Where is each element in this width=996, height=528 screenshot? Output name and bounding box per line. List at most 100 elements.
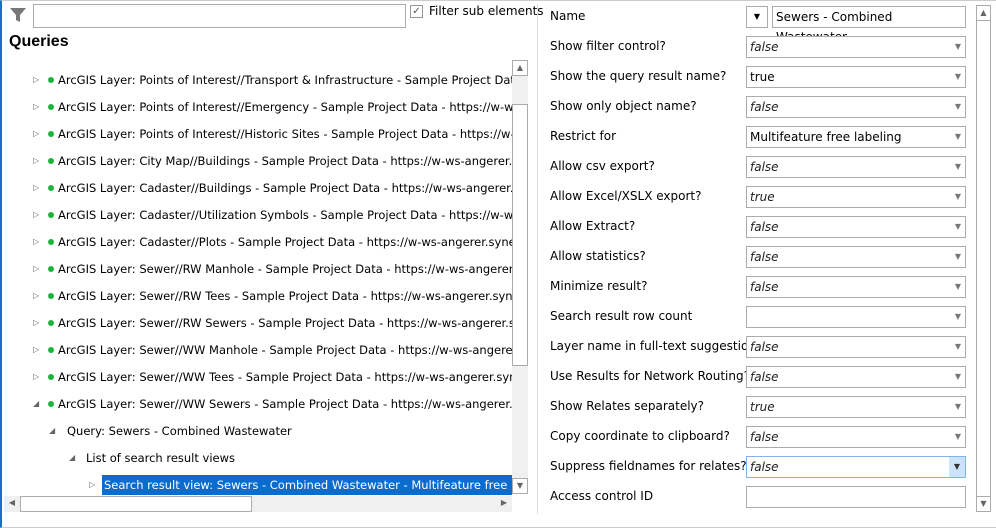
scroll-down-button[interactable]: ▼ (976, 496, 991, 512)
tree-item-label: Query: Sewers - Combined Wastewater (67, 424, 292, 438)
expand-arrow-icon[interactable]: ▷ (33, 313, 39, 333)
scroll-right-button[interactable]: ▶ (496, 496, 512, 512)
tree-item[interactable]: ▷ ArcGIS Layer: Sewer//RW Manhole - Sampl… (20, 259, 512, 279)
tree-item[interactable]: ◢ Query: Sewers - Combined Wastewater (20, 421, 512, 441)
tree-item[interactable]: ▷ ArcGIS Layer: Sewer//RW Sewers - Sample… (20, 313, 512, 333)
chevron-down-icon[interactable]: ▼ (955, 397, 961, 417)
collapse-arrow-icon[interactable]: ◢ (33, 394, 39, 414)
filter-sub-elements-checkbox[interactable]: ✓ (410, 5, 423, 18)
tree-item[interactable]: ▷ ArcGIS Layer: Sewer//RW Tees - Sample P… (20, 286, 512, 306)
tree-horizontal-scrollbar[interactable]: ◀ ▶ (4, 496, 512, 512)
tree-item[interactable]: ▷ ArcGIS Layer: Sewer//WW Manhole - Sampl… (20, 340, 512, 360)
property-dropdown[interactable]: false ▼ (746, 426, 966, 448)
chevron-down-icon[interactable]: ▼ (955, 337, 961, 357)
expand-arrow-icon[interactable]: ▷ (33, 178, 39, 198)
status-dot-icon (48, 347, 54, 353)
tree-item[interactable]: ◢ List of search result views (20, 448, 512, 468)
tree-item-label: ArcGIS Layer: Cadaster//Utilization Symb… (58, 208, 512, 222)
chevron-down-icon[interactable]: ▼ (955, 97, 961, 117)
filter-icon[interactable] (9, 6, 27, 24)
property-dropdown[interactable]: false ▼ (746, 456, 966, 478)
property-value: Multifeature free labeling (750, 130, 902, 144)
tree-item-label: ArcGIS Layer: Points of Interest//Transp… (58, 73, 512, 87)
expand-arrow-icon[interactable]: ▷ (33, 124, 39, 144)
property-value: false (750, 40, 779, 54)
collapse-arrow-icon[interactable]: ◢ (49, 421, 55, 441)
property-dropdown[interactable]: false ▼ (746, 156, 966, 178)
chevron-down-icon[interactable]: ▼ (955, 427, 961, 447)
expand-arrow-icon[interactable]: ▷ (33, 286, 39, 306)
chevron-down-icon[interactable]: ▼ (955, 307, 961, 327)
scroll-up-button[interactable]: ▲ (512, 60, 528, 76)
scroll-thumb[interactable] (20, 496, 252, 512)
tree-item[interactable]: ▷ ArcGIS Layer: Points of Interest//Histo… (20, 124, 512, 144)
tree-item-label: ArcGIS Layer: Sewer//WW Sewers - Sample … (58, 397, 512, 411)
property-label: Restrict for (550, 129, 617, 143)
property-dropdown[interactable]: false ▼ (746, 36, 966, 58)
property-dropdown[interactable]: true ▼ (746, 66, 966, 88)
tree-vertical-scrollbar[interactable]: ▲ ▼ (512, 60, 528, 494)
chevron-down-icon[interactable]: ▼ (955, 187, 961, 207)
status-dot-icon (48, 293, 54, 299)
scroll-left-button[interactable]: ◀ (4, 496, 20, 512)
expand-arrow-icon[interactable]: ▷ (33, 259, 39, 279)
tree-item[interactable]: ▷ ArcGIS Layer: Points of Interest//Emerg… (20, 97, 512, 117)
property-dropdown[interactable]: false ▼ (746, 216, 966, 238)
tree-item[interactable]: ▷ ArcGIS Layer: Points of Interest//Trans… (20, 70, 512, 90)
tree-item-label: ArcGIS Layer: Sewer//WW Tees - Sample Pr… (58, 370, 512, 384)
tree-item[interactable]: ▷ ArcGIS Layer: Cadaster//Utilization Sym… (20, 205, 512, 225)
tree-item[interactable]: ▷ ArcGIS Layer: Sewer//WW Tees - Sample P… (20, 367, 512, 387)
tree-item-label: ArcGIS Layer: Points of Interest//Histor… (58, 127, 512, 141)
property-dropdown[interactable]: false ▼ (746, 366, 966, 388)
tree-item[interactable]: ◢ ArcGIS Layer: Sewer//WW Sewers - Sample… (20, 394, 512, 414)
property-value: false (750, 430, 779, 444)
scroll-up-button[interactable]: ▲ (976, 5, 991, 21)
property-dropdown[interactable]: ▼ (746, 306, 966, 328)
property-dropdown[interactable]: false ▼ (746, 96, 966, 118)
expand-arrow-icon[interactable]: ▷ (33, 151, 39, 171)
property-label: Minimize result? (550, 279, 648, 293)
chevron-down-icon[interactable]: ▼ (955, 217, 961, 237)
chevron-down-icon[interactable]: ▼ (955, 67, 961, 87)
expand-arrow-icon[interactable]: ▷ (33, 340, 39, 360)
property-text-input[interactable] (746, 486, 966, 508)
chevron-down-icon[interactable]: ▼ (949, 457, 965, 477)
expand-arrow-icon[interactable]: ▷ (33, 97, 39, 117)
tree-item[interactable]: ▷ ArcGIS Layer: City Map//Buildings - Sam… (20, 151, 512, 171)
scroll-down-button[interactable]: ▼ (512, 478, 528, 494)
property-dropdown[interactable]: false ▼ (746, 276, 966, 298)
tree-item-label: Search result view: Sewers - Combined Wa… (102, 475, 512, 495)
filter-sub-elements-label: Filter sub elements (429, 4, 544, 18)
property-dropdown[interactable]: Multifeature free labeling ▼ (746, 126, 966, 148)
property-dropdown[interactable]: true ▼ (746, 186, 966, 208)
status-dot-icon (48, 320, 54, 326)
chevron-down-icon[interactable]: ▼ (955, 247, 961, 267)
name-dropdown-button[interactable]: ▼ (746, 6, 768, 28)
scroll-thumb[interactable] (512, 104, 528, 366)
chevron-down-icon[interactable]: ▼ (955, 37, 961, 57)
properties-scrollbar[interactable]: ▲ ▼ (976, 5, 991, 512)
chevron-down-icon[interactable]: ▼ (955, 157, 961, 177)
property-dropdown[interactable]: true ▼ (746, 396, 966, 418)
property-value: true (750, 190, 775, 204)
collapse-arrow-icon[interactable]: ◢ (69, 448, 75, 468)
name-input[interactable]: Sewers - Combined Wastewater (772, 6, 966, 44)
tree-item[interactable]: ▷ ArcGIS Layer: Cadaster//Plots - Sample … (20, 232, 512, 252)
chevron-down-icon[interactable]: ▼ (955, 367, 961, 387)
expand-arrow-icon[interactable]: ▷ (33, 70, 39, 90)
filter-input[interactable] (33, 4, 406, 28)
tree-item-label: ArcGIS Layer: Cadaster//Buildings - Samp… (58, 181, 512, 195)
chevron-down-icon[interactable]: ▼ (955, 277, 961, 297)
tree-item[interactable]: ▷ ArcGIS Layer: Cadaster//Buildings - Sam… (20, 178, 512, 198)
property-dropdown[interactable]: false ▼ (746, 246, 966, 268)
chevron-down-icon[interactable]: ▼ (955, 127, 961, 147)
pane-splitter[interactable] (537, 4, 538, 514)
queries-tree[interactable]: ▷ ArcGIS Layer: Points of Interest//Trans… (20, 66, 512, 496)
property-dropdown[interactable]: false ▼ (746, 336, 966, 358)
expand-arrow-icon[interactable]: ▷ (33, 205, 39, 225)
expand-arrow-icon[interactable]: ▷ (33, 367, 39, 387)
expand-arrow-icon[interactable]: ▷ (33, 232, 39, 252)
expand-arrow-icon[interactable]: ▷ (89, 475, 95, 495)
tree-item[interactable]: ▷ Search result view: Sewers - Combined W… (20, 475, 512, 495)
property-value: false (750, 160, 779, 174)
